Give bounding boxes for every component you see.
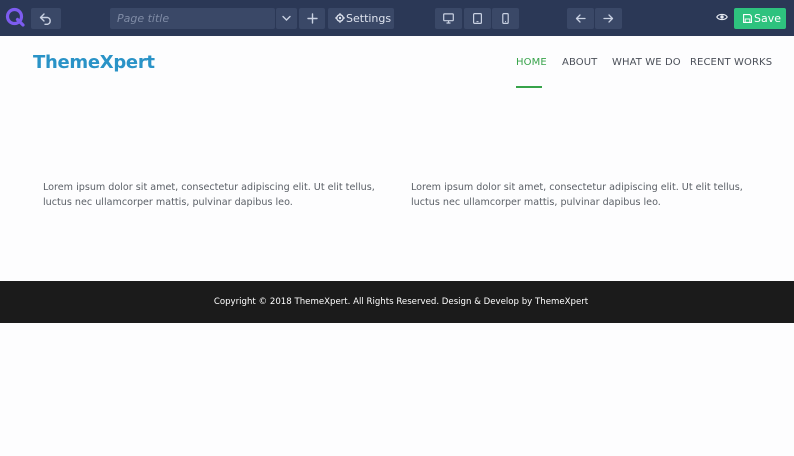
desktop-icon bbox=[443, 13, 454, 24]
copyright-text: Copyright © 2018 ThemeXpert. All Rights … bbox=[213, 297, 589, 307]
history-back-button[interactable] bbox=[567, 8, 594, 29]
active-menu-indicator bbox=[516, 86, 542, 88]
add-page-button[interactable] bbox=[299, 8, 325, 29]
q-logo-icon[interactable] bbox=[5, 7, 25, 27]
menu-item-about[interactable]: ABOUT bbox=[562, 57, 597, 68]
save-label: Save bbox=[754, 12, 782, 25]
undo-icon bbox=[39, 13, 51, 25]
arrow-left-icon bbox=[575, 14, 586, 23]
tablet-icon bbox=[473, 13, 482, 24]
menu-item-recent-works[interactable]: RECENT WORKS bbox=[690, 57, 772, 68]
editor-toolbar: Page title Settings Save bbox=[0, 0, 794, 36]
site-footer: Copyright © 2018 ThemeXpert. All Rights … bbox=[0, 281, 794, 323]
settings-button[interactable]: Settings bbox=[328, 8, 394, 29]
save-button[interactable]: Save bbox=[734, 8, 786, 29]
device-desktop-button[interactable] bbox=[435, 8, 462, 29]
settings-label: Settings bbox=[346, 12, 392, 25]
eye-icon[interactable] bbox=[716, 11, 728, 23]
gear-icon bbox=[335, 13, 345, 23]
menu-item-what-we-do[interactable]: WHAT WE DO bbox=[612, 57, 681, 68]
chevron-down-icon bbox=[282, 15, 291, 21]
page-title-input[interactable]: Page title bbox=[110, 8, 275, 29]
page-dropdown-button[interactable] bbox=[276, 8, 297, 29]
site-logo[interactable]: ThemeXpert bbox=[33, 52, 155, 73]
device-tablet-button[interactable] bbox=[464, 8, 491, 29]
plus-icon bbox=[307, 13, 318, 24]
history-forward-button[interactable] bbox=[595, 8, 622, 29]
save-icon bbox=[743, 14, 752, 23]
text-column-left: Lorem ipsum dolor sit amet, consectetur … bbox=[43, 182, 375, 208]
undo-button[interactable] bbox=[31, 8, 61, 29]
menu-item-home[interactable]: HOME bbox=[516, 57, 547, 68]
device-mobile-button[interactable] bbox=[492, 8, 519, 29]
mobile-icon bbox=[502, 13, 509, 24]
text-column-right: Lorem ipsum dolor sit amet, consectetur … bbox=[411, 182, 743, 208]
arrow-right-icon bbox=[603, 14, 614, 23]
